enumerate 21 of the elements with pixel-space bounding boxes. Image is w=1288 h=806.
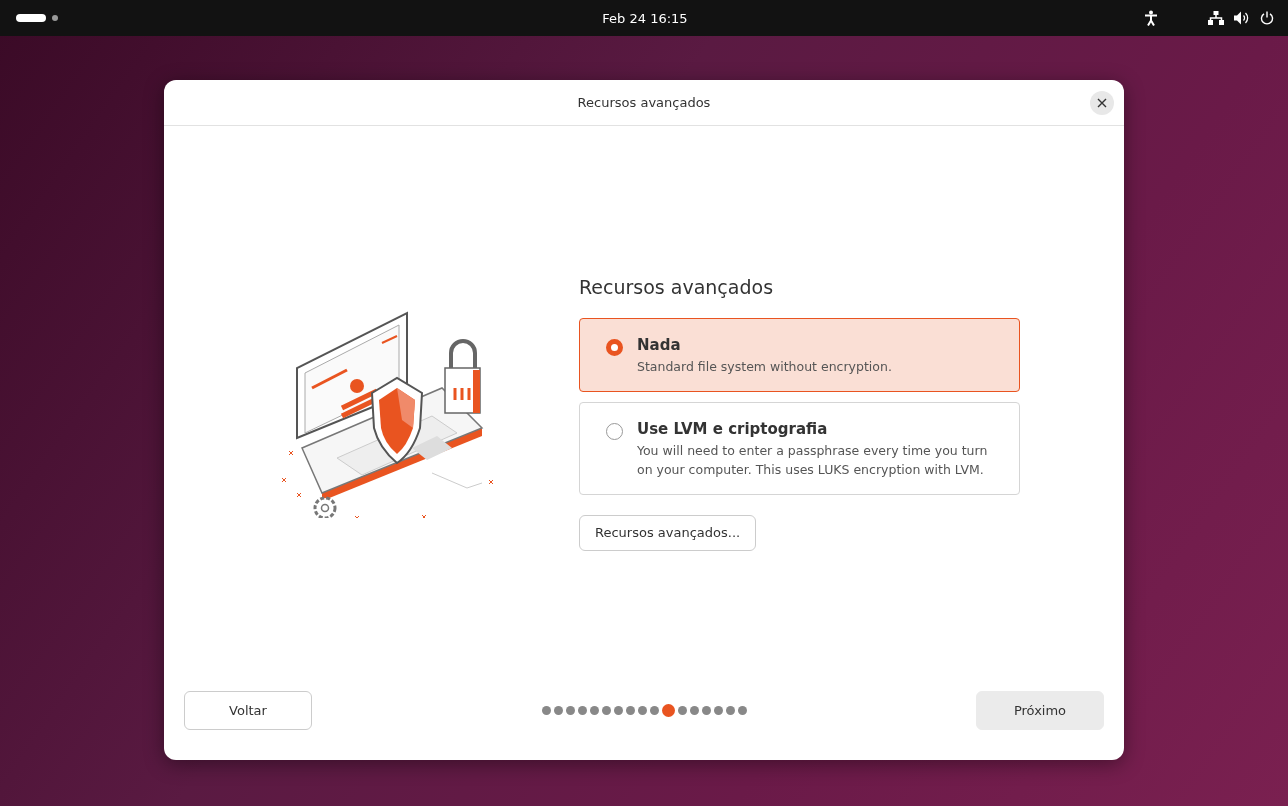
option-description: Standard file system without encryption.	[637, 357, 892, 376]
accessibility-icon[interactable]	[1144, 10, 1158, 26]
next-button[interactable]: Próximo	[976, 690, 1104, 730]
advanced-features-button[interactable]: Recursos avançados...	[579, 514, 757, 551]
radio-button[interactable]	[606, 338, 623, 356]
option-label: Nada	[637, 335, 682, 354]
option-label: Use LVM e criptografia	[637, 419, 829, 438]
workspace-indicator-icon[interactable]	[16, 14, 58, 22]
window-title: Recursos avançados	[577, 95, 711, 110]
option-card[interactable]: Use LVM e criptografia You will need to enter a passphrase every time you turn on your computer. This uses LUKS encryption with LVM.	[579, 401, 1020, 495]
close-icon	[1097, 98, 1107, 108]
close-button[interactable]	[1090, 91, 1114, 115]
radio-button[interactable]	[606, 422, 623, 440]
power-icon[interactable]	[1260, 11, 1274, 25]
clock[interactable]: Feb 24 16:15	[596, 8, 694, 28]
volume-icon[interactable]	[1234, 11, 1250, 25]
network-icon[interactable]	[1208, 11, 1224, 25]
option-card[interactable]: Nada Standard file system without encryption.	[579, 317, 1020, 392]
section-heading: Recursos avançados	[579, 275, 775, 298]
back-button[interactable]: Voltar	[184, 690, 312, 730]
option-description: You will need to enter a passphrase every time you turn on your computer. This uses LUKS encryption with LVM.	[637, 441, 989, 479]
